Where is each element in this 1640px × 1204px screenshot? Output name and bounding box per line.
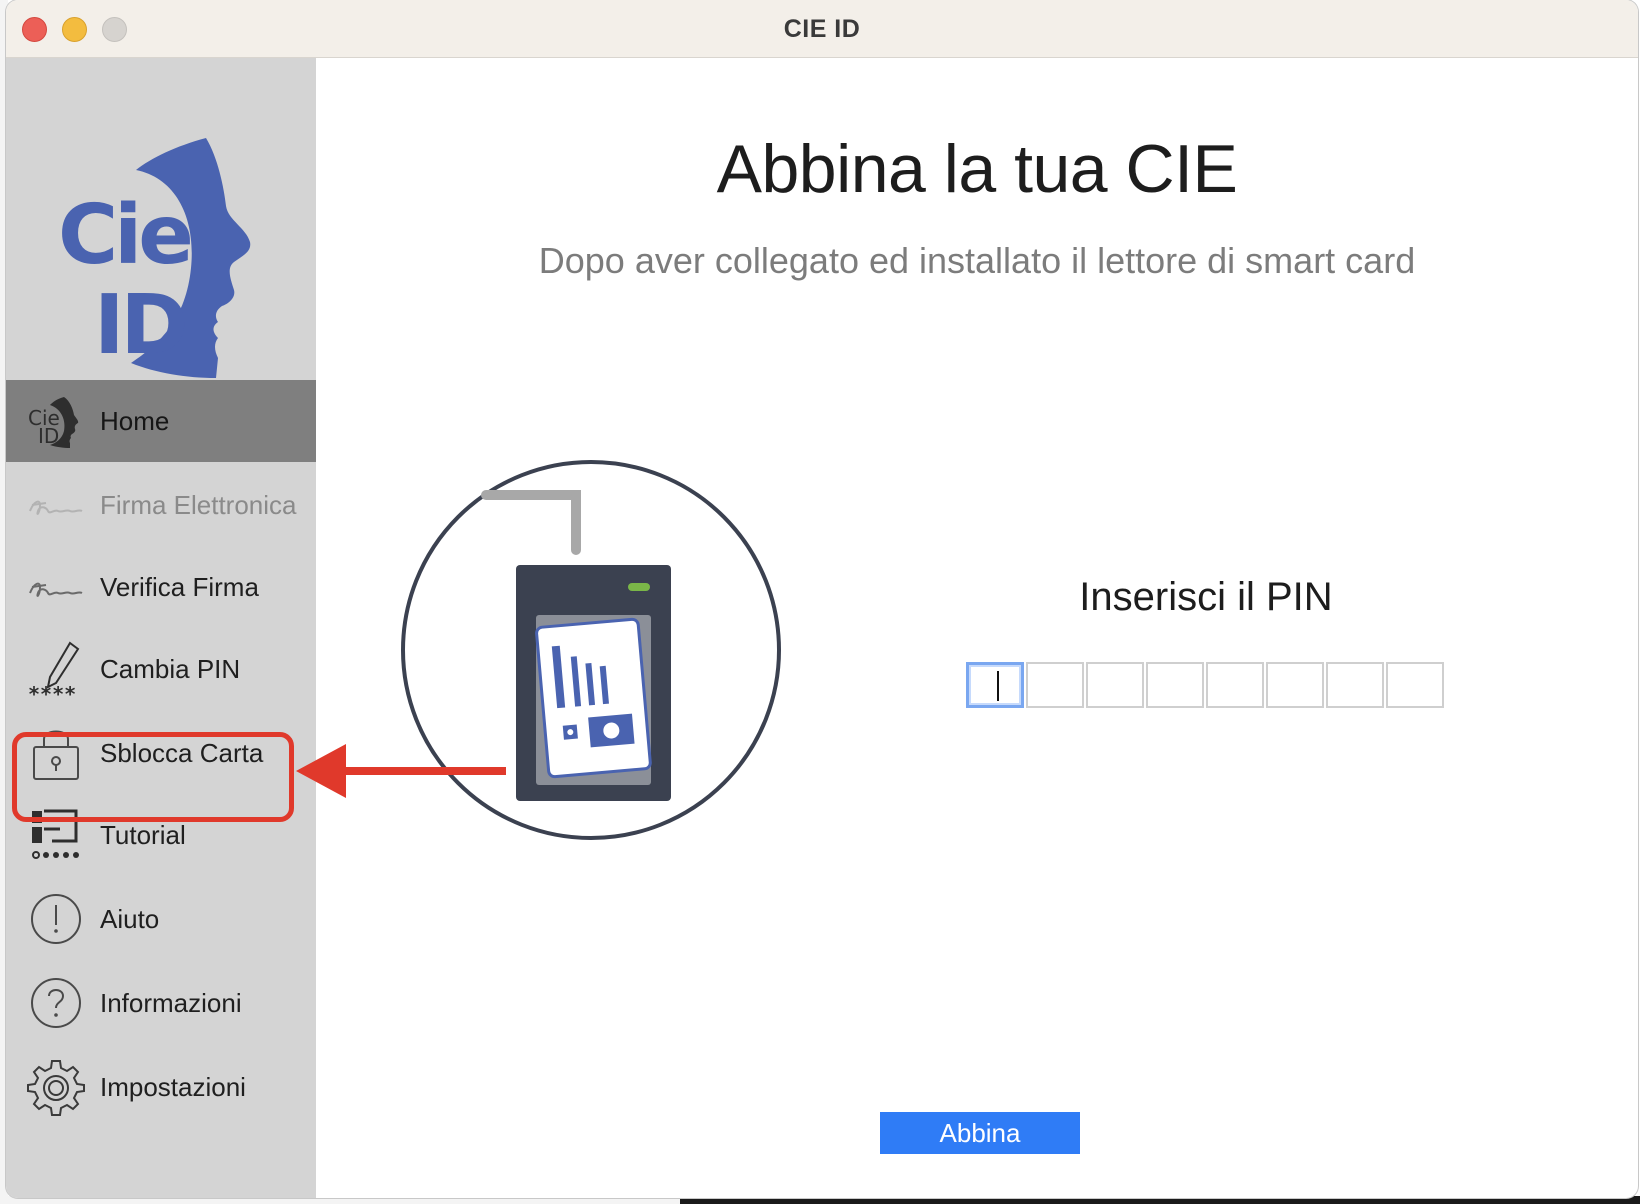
sidebar-item-label: Cambia PIN <box>100 654 241 684</box>
page-subtitle: Dopo aver collegato ed installato il let… <box>538 240 1416 281</box>
sidebar-item-label: Informazioni <box>100 988 242 1018</box>
signature-icon <box>29 582 83 597</box>
sidebar-item-verifica-firma[interactable]: Verifica Firma <box>6 546 316 628</box>
pin-digit-input[interactable] <box>966 662 1024 708</box>
highlight-annotation <box>12 732 294 822</box>
svg-text:ID: ID <box>38 424 59 448</box>
sidebar-item-label: Verifica Firma <box>100 572 259 602</box>
gear-icon <box>27 1060 85 1116</box>
pin-digit-input[interactable] <box>1146 662 1204 708</box>
pin-digit-input[interactable] <box>1386 662 1444 708</box>
arrow-annotation <box>296 744 506 798</box>
sidebar-item-impostazioni[interactable]: Impostazioni <box>6 1046 316 1128</box>
sidebar-item-cambia-pin[interactable]: **** Cambia PIN <box>6 628 316 710</box>
pin-digit-input[interactable] <box>1206 662 1264 708</box>
svg-text:****: **** <box>28 682 76 699</box>
logo-text-id: ID <box>94 278 185 373</box>
pin-input-group <box>966 662 1444 708</box>
cie-id-logo: Cie ID <box>58 138 251 378</box>
pin-label: Inserisci il PIN <box>1079 575 1333 619</box>
sidebar-item-label: Home <box>100 406 170 436</box>
sidebar-item-label: Aiuto <box>100 904 160 934</box>
question-circle-icon <box>31 978 81 1028</box>
abbina-button[interactable]: Abbina <box>880 1112 1080 1154</box>
sidebar-item-label: Firma Elettronica <box>100 490 297 520</box>
sidebar-item-home[interactable]: Cie ID Home <box>6 380 316 462</box>
sidebar-item-label: Impostazioni <box>100 1072 246 1102</box>
logo-text-cie: Cie <box>58 188 190 283</box>
sidebar: Cie ID Cie ID Home Firma Elettronica Ver… <box>6 58 316 1198</box>
title-bar: CIE ID <box>6 0 1638 58</box>
pin-digit-input[interactable] <box>1326 662 1384 708</box>
pin-digit-input[interactable] <box>1266 662 1324 708</box>
sidebar-item-aiuto[interactable]: Aiuto <box>6 878 316 960</box>
pencil-pin-icon: **** <box>28 641 80 699</box>
sidebar-item-firma-elettronica[interactable]: Firma Elettronica <box>6 464 316 546</box>
window-title: CIE ID <box>783 15 861 43</box>
app-window: CIE ID Cie ID Cie ID Home Firma Elettron… <box>6 0 1638 1198</box>
pin-digit-input[interactable] <box>1086 662 1144 708</box>
signature-icon <box>29 500 83 515</box>
sidebar-item-informazioni[interactable]: Informazioni <box>6 962 316 1044</box>
cie-id-logo-icon: Cie ID <box>28 397 79 448</box>
exclamation-circle-icon <box>31 894 81 944</box>
pin-digit-input[interactable] <box>1026 662 1084 708</box>
page-title: Abbina la tua CIE <box>716 131 1238 207</box>
